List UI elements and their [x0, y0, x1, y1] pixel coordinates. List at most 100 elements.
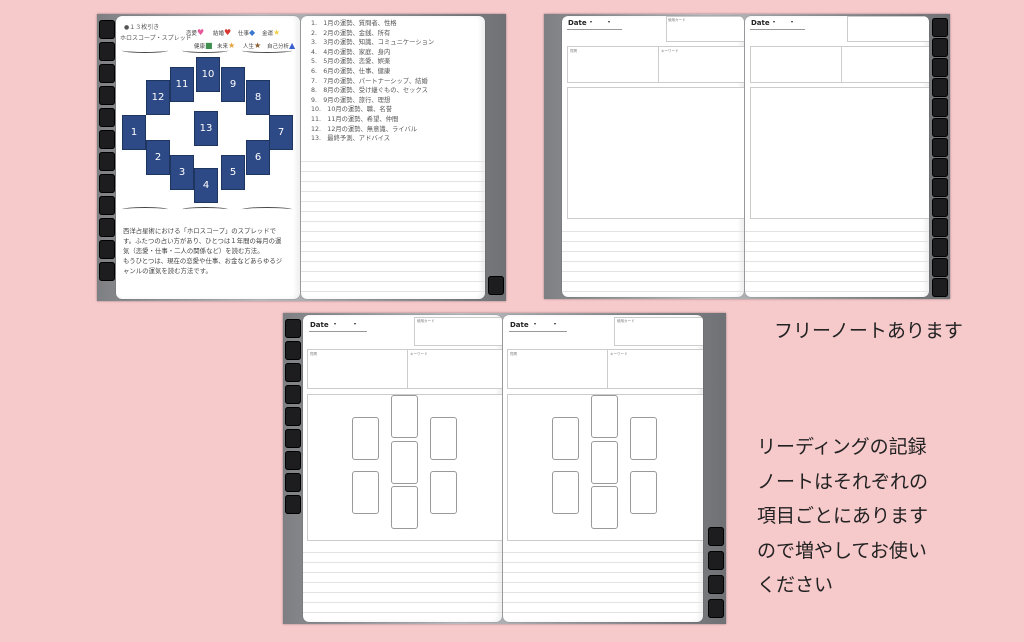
index-tab[interactable] [285, 341, 301, 360]
index-tab[interactable] [932, 138, 948, 157]
card-slot[interactable] [430, 417, 457, 460]
legend-label: 仕事 [238, 31, 250, 37]
index-tab[interactable] [99, 42, 115, 61]
index-tab[interactable] [285, 407, 301, 426]
star-icon: ★ [228, 41, 236, 50]
tarot-card-5: 5 [221, 155, 245, 190]
card-slot[interactable] [352, 417, 379, 460]
index-tab[interactable] [932, 38, 948, 57]
ruled-lines [503, 543, 703, 619]
index-tab[interactable] [932, 58, 948, 77]
date-dropdown-icon[interactable]: ▾ [554, 321, 556, 326]
index-tab[interactable] [932, 158, 948, 177]
card-slot[interactable] [591, 441, 618, 484]
question-box[interactable] [567, 46, 660, 83]
card-slot[interactable] [430, 471, 457, 514]
question-box[interactable] [507, 349, 609, 389]
index-tab[interactable] [932, 178, 948, 197]
legend-label: 結婚 [213, 31, 225, 37]
card-slot[interactable] [552, 417, 579, 460]
card-slot[interactable] [352, 471, 379, 514]
card-slot[interactable] [391, 395, 418, 438]
index-tab[interactable] [285, 363, 301, 382]
index-tab[interactable] [932, 258, 948, 277]
card-slot[interactable] [630, 417, 657, 460]
card-slot[interactable] [552, 471, 579, 514]
index-tab[interactable] [932, 78, 948, 97]
card-slot[interactable] [591, 486, 618, 529]
index-tab[interactable] [285, 473, 301, 492]
free-area-box[interactable] [567, 87, 744, 219]
tarot-card-8: 8 [246, 80, 270, 115]
record-left-page: Date ▾ ▾ 使用カード 質問 キーワード [303, 315, 502, 622]
index-tab[interactable] [99, 86, 115, 105]
index-tab[interactable] [285, 385, 301, 404]
index-tab[interactable] [99, 108, 115, 127]
index-tab[interactable] [932, 198, 948, 217]
index-tab[interactable] [99, 152, 115, 171]
screenshot-free-note: Date ▾ ▾ 使用カード 質問 キーワード Date ▾ ▾ [544, 14, 950, 299]
position-meaning-item: 2. 2月の運勢、金銭、所有 [311, 29, 391, 37]
card-slot[interactable] [391, 486, 418, 529]
free-area-box[interactable] [750, 87, 929, 219]
index-tab[interactable] [708, 599, 724, 618]
index-tabs-left [99, 14, 115, 301]
index-tab[interactable] [708, 575, 724, 594]
index-tab[interactable] [285, 429, 301, 448]
date-dropdown-icon[interactable]: ▾ [791, 19, 793, 24]
index-tab[interactable] [285, 451, 301, 470]
date-label: Date [751, 19, 770, 27]
keyword-box[interactable] [841, 46, 929, 83]
date-dropdown-icon[interactable]: ▾ [534, 321, 536, 326]
index-tab[interactable] [99, 240, 115, 259]
description-line: す。ふたつの占い方があり、ひとつは１年間の毎月の運 [123, 237, 282, 245]
tarot-card-6: 6 [246, 140, 270, 175]
index-tab[interactable] [99, 20, 115, 39]
question-box[interactable] [750, 46, 843, 83]
date-dropdown-icon[interactable]: ▾ [773, 19, 775, 24]
tarot-card-13: 13 [194, 111, 218, 146]
bracket-top-left [122, 48, 168, 53]
index-tab[interactable] [99, 196, 115, 215]
index-tab[interactable] [932, 98, 948, 117]
index-tab[interactable] [708, 551, 724, 570]
index-tab[interactable] [932, 118, 948, 137]
diamond-icon: ◆ [249, 28, 256, 37]
index-tab[interactable] [285, 495, 301, 514]
ruled-lines [745, 222, 929, 294]
screenshot-reading-record: Date ▾ ▾ 使用カード 質問 キーワード Date ▾ ▾ 使用カード 質… [283, 313, 726, 624]
bracket-bottom-left [122, 207, 168, 212]
index-tab[interactable] [932, 18, 948, 37]
card-slot[interactable] [391, 441, 418, 484]
index-tab[interactable] [932, 238, 948, 257]
spread-card-count: ●１３枚引き [124, 24, 160, 31]
index-tab[interactable] [99, 262, 115, 281]
tarot-card-12: 12 [146, 80, 170, 115]
tarot-card-3: 3 [170, 155, 194, 190]
index-tab[interactable] [99, 174, 115, 193]
legend-label: 恋愛 [186, 31, 198, 37]
index-tab[interactable] [99, 130, 115, 149]
index-tab[interactable] [285, 319, 301, 338]
card-box[interactable] [847, 16, 929, 42]
date-dropdown-icon[interactable]: ▾ [608, 19, 610, 24]
position-meaning-item: 6. 6月の運勢、仕事、健康 [311, 67, 391, 75]
card-slot[interactable] [591, 395, 618, 438]
bracket-bottom-right [242, 207, 292, 212]
bracket-top-right [242, 48, 292, 53]
index-tab[interactable] [99, 64, 115, 83]
free-note-caption: フリーノートあります [774, 320, 963, 342]
card-slot[interactable] [630, 471, 657, 514]
index-tab[interactable] [932, 218, 948, 237]
date-dropdown-icon[interactable]: ▾ [590, 19, 592, 24]
index-tab[interactable] [708, 527, 724, 546]
question-box[interactable] [307, 349, 409, 389]
date-dropdown-icon[interactable]: ▾ [354, 321, 356, 326]
index-tab[interactable] [488, 276, 504, 295]
index-tab[interactable] [99, 218, 115, 237]
index-tab[interactable] [932, 278, 948, 297]
caption-line: リーディングの記録 [757, 436, 927, 458]
caption-line: ので増やしてお使い [757, 539, 927, 562]
tarot-card-1: 1 [122, 115, 146, 150]
date-dropdown-icon[interactable]: ▾ [334, 321, 336, 326]
